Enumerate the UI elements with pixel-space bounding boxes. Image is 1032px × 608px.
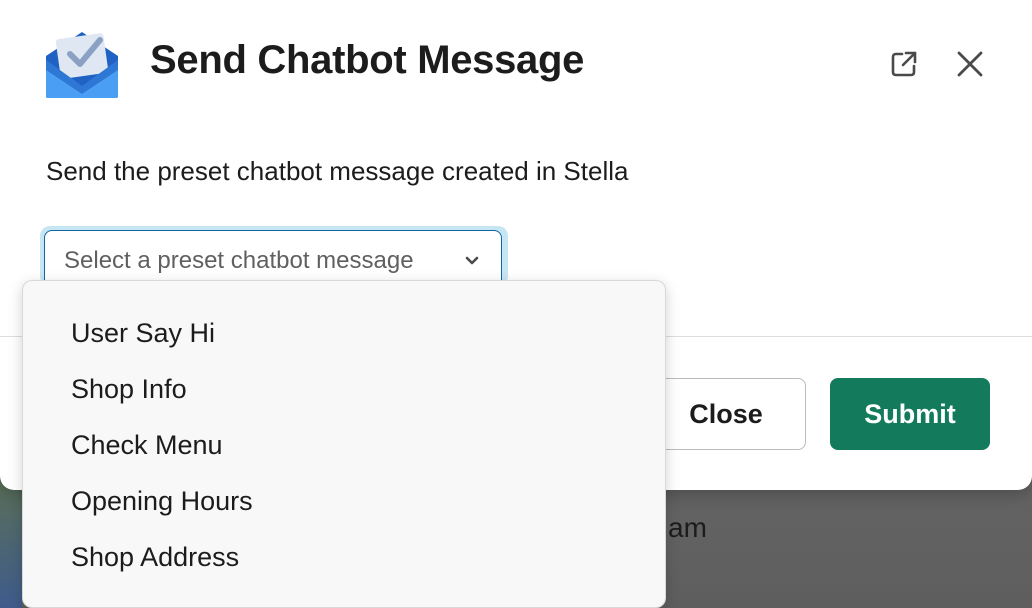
modal-description: Send the preset chatbot message created … (46, 156, 629, 186)
dropdown-option-opening-hours[interactable]: Opening Hours (71, 486, 253, 517)
external-link-icon[interactable] (884, 44, 924, 84)
background-message-text: am (668, 512, 707, 543)
preset-message-dropdown: User Say Hi Shop Info Check Menu Opening… (22, 280, 666, 608)
submit-button[interactable]: Submit (830, 378, 990, 450)
chevron-down-icon (462, 252, 482, 270)
background-avatar (0, 480, 22, 608)
dropdown-option-shop-info[interactable]: Shop Info (71, 374, 187, 405)
close-button[interactable]: Close (646, 378, 806, 450)
close-icon[interactable] (950, 44, 990, 84)
inbox-check-icon (44, 30, 120, 100)
dropdown-option-user-say-hi[interactable]: User Say Hi (71, 318, 215, 349)
dropdown-option-shop-address[interactable]: Shop Address (71, 542, 239, 573)
select-placeholder: Select a preset chatbot message (64, 247, 414, 274)
dropdown-option-check-menu[interactable]: Check Menu (71, 430, 223, 461)
modal-title: Send Chatbot Message (150, 38, 585, 82)
